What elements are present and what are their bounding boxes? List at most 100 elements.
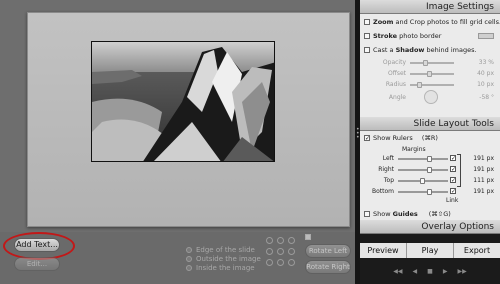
slider-track[interactable] [410,60,454,66]
image-settings-header[interactable]: Image Settings [360,0,500,14]
slider-label: Radius [385,81,406,88]
inspector-panel: Image Settings Zoom and Crop photos to f… [360,0,500,284]
slider-knob[interactable] [423,60,428,66]
slider-knob[interactable] [417,82,422,88]
play-button[interactable]: Play [407,243,454,258]
slider-track[interactable] [398,178,448,184]
radio-label: Outside the image [196,254,261,263]
show-rulers-option[interactable]: Show Rulers (⌘R) [364,134,438,142]
checkbox-icon[interactable] [364,33,370,39]
stroke-label-bold: Stroke [373,32,398,40]
left-margin-slider[interactable]: Left ✓ 191 px [360,154,500,163]
slider-knob[interactable] [427,71,432,77]
align-dot-icon[interactable] [266,259,273,266]
show-guides-bold: Guides [392,210,418,218]
add-text-button[interactable]: Add Text... [14,238,60,252]
play-icon[interactable]: ▶ [443,268,448,275]
slider-label: Offset [387,70,406,77]
right-margin-slider[interactable]: Right ✓ 191 px [360,165,500,174]
canvas-bottom-toolbar: Add Text... Edit... Edge of the slide Ou… [0,232,355,284]
checkbox-checked-icon[interactable]: ✓ [450,177,456,184]
checkbox-icon[interactable] [364,211,370,217]
shadow-option[interactable]: Cast a Shadow behind images. [364,46,477,54]
skip-forward-icon[interactable]: ▶▶ [457,268,466,275]
slider-track[interactable] [410,82,454,88]
preview-button[interactable]: Preview [360,243,407,258]
checkbox-checked-icon[interactable]: ✓ [450,188,456,195]
slider-knob[interactable] [427,156,432,162]
align-dot-icon[interactable] [277,259,284,266]
slide-layout-header[interactable]: Slide Layout Tools [360,117,500,131]
shadow-prefix: Cast a [373,46,394,54]
show-guides-shortcut: (⌘⇧G) [428,210,451,218]
checkbox-checked-icon[interactable]: ✓ [450,155,456,162]
slider-value: -58 ° [479,94,494,101]
show-guides-prefix: Show [373,210,391,218]
top-margin-slider[interactable]: Top ✓ 111 px [360,176,500,185]
align-dot-icon[interactable] [266,248,273,255]
rotate-left-button[interactable]: Rotate Left [305,244,351,258]
slider-knob[interactable] [427,167,432,173]
margin-value: 111 px [473,177,494,184]
alignment-grid[interactable] [266,237,296,267]
rotate-right-button[interactable]: Rotate Right [305,260,351,274]
angle-dial[interactable]: Angle -58 ° [360,90,500,104]
show-guides-option[interactable]: Show Guides (⌘⇧G) [364,210,451,218]
skip-back-icon[interactable]: ◀◀ [393,268,402,275]
opacity-slider[interactable]: Opacity 33 % [360,58,500,67]
divider-grip-icon[interactable]: • • • [356,127,360,141]
radio-icon [186,264,192,271]
edit-button[interactable]: Edit... [14,257,60,271]
slide-photo[interactable] [91,41,275,162]
slider-value: 40 px [477,70,494,77]
radio-inside-image[interactable]: Inside the image [186,263,255,272]
checkbox-icon[interactable] [364,47,370,53]
align-dot-icon[interactable] [277,237,284,244]
checkbox-checked-icon[interactable]: ✓ [450,166,456,173]
stroke-label-rest: photo border [399,32,442,40]
radio-outside-image[interactable]: Outside the image [186,254,261,263]
checkbox-checked-icon[interactable] [364,135,370,141]
margin-label: Left [382,155,394,162]
checkbox-icon[interactable] [364,19,370,25]
overlay-options-header[interactable]: Overlay Options [360,220,500,234]
align-dot-icon[interactable] [288,259,295,266]
stroke-color-well[interactable] [478,33,495,39]
slider-track[interactable] [410,71,454,77]
radio-icon [186,246,192,253]
offset-slider[interactable]: Offset 40 px [360,69,500,78]
shadow-label-bold: Shadow [395,46,425,54]
margin-value: 191 px [473,166,494,173]
toolbar-checkbox[interactable] [305,234,311,240]
radio-label: Edge of the slide [196,245,255,254]
radio-label: Inside the image [196,263,255,272]
slider-track[interactable] [398,156,448,162]
export-button[interactable]: Export [454,243,500,258]
slider-value: 10 px [477,81,494,88]
link-label: Link [446,197,459,204]
slider-knob[interactable] [427,189,432,195]
margins-heading: Margins [402,146,426,153]
playback-bar: Preview Play Export [360,243,500,258]
align-dot-icon[interactable] [266,237,273,244]
slider-track[interactable] [398,189,448,195]
slider-track[interactable] [398,167,448,173]
angle-dial-icon[interactable] [424,90,438,104]
stop-icon[interactable]: ■ [427,268,433,275]
stroke-option[interactable]: Stroke photo border [364,32,495,40]
margin-label: Top [383,177,394,184]
align-dot-icon[interactable] [277,248,284,255]
coastal-rocks-image [92,42,274,161]
bottom-margin-slider[interactable]: Bottom ✓ 191 px [360,187,500,196]
margin-value: 191 px [473,155,494,162]
zoom-crop-option[interactable]: Zoom and Crop photos to fill grid cells. [364,18,500,26]
align-dot-icon[interactable] [288,237,295,244]
slider-knob[interactable] [420,178,425,184]
radio-edge-of-slide[interactable]: Edge of the slide [186,245,255,254]
show-rulers-label: Show Rulers [373,134,413,142]
slide-page [27,12,350,227]
zoom-label-rest: and Crop photos to fill grid cells. [395,18,500,26]
radius-slider[interactable]: Radius 10 px [360,80,500,89]
align-dot-icon[interactable] [288,248,295,255]
step-back-icon[interactable]: ◀ [413,268,418,275]
